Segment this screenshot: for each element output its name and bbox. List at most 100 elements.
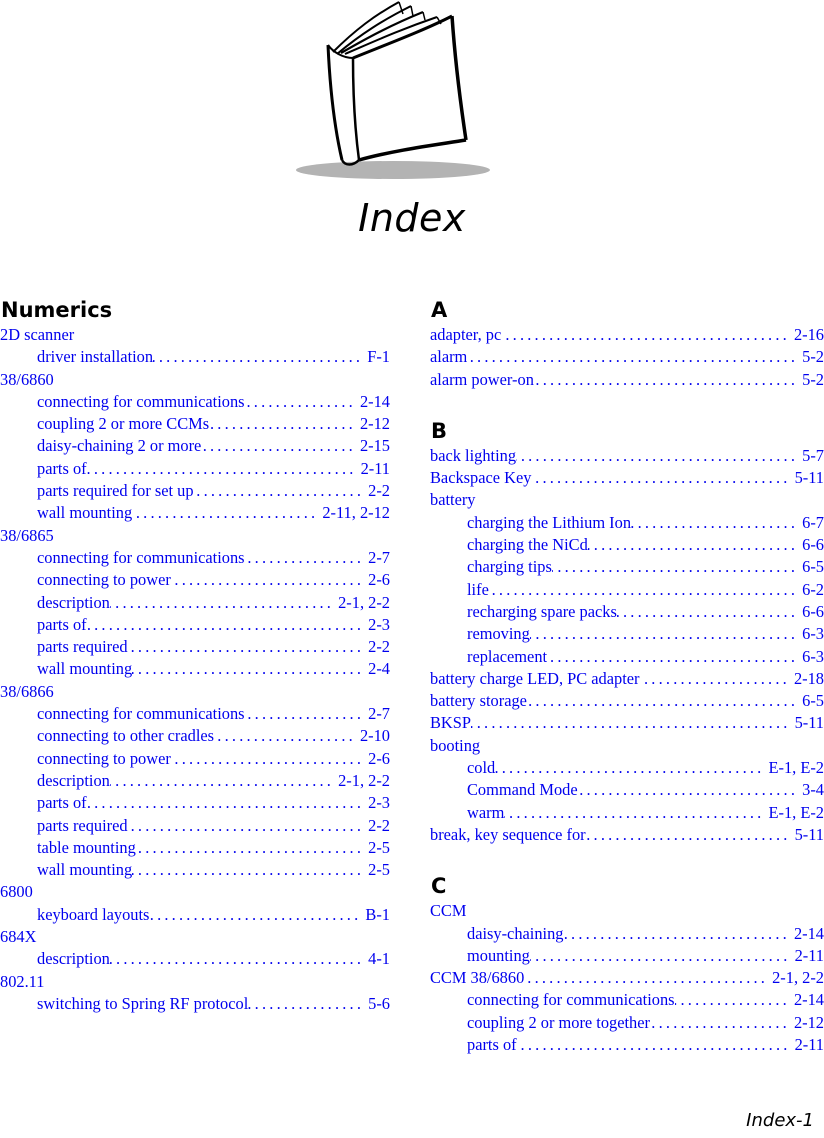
entry-page-ref: F-1 <box>367 347 390 367</box>
index-entry-link[interactable]: 802.11..................................… <box>0 971 390 993</box>
entry-page-ref: 5-11 <box>794 468 824 488</box>
index-entry-link[interactable]: 6800....................................… <box>0 881 390 903</box>
index-subentry-link[interactable]: charging the Lithium Ion................… <box>430 512 824 534</box>
dot-leader: ........................................… <box>110 592 335 612</box>
dot-leader: ........................................… <box>675 990 790 1010</box>
index-subentry-link[interactable]: table mounting..........................… <box>0 837 390 859</box>
index-subentry-link[interactable]: parts of................................… <box>430 1034 824 1056</box>
index-entry-link[interactable]: 2D scanner..............................… <box>0 324 390 346</box>
index-subentry-link[interactable]: charging the NiCd.......................… <box>430 534 824 556</box>
index-subentry-link[interactable]: cold....................................… <box>430 757 824 779</box>
index-entry-link[interactable]: battery storage.........................… <box>430 690 824 712</box>
entry-page-ref: 2-1, 2-2 <box>338 770 390 790</box>
index-subentry-link[interactable]: description.............................… <box>0 770 390 792</box>
index-subentry-link[interactable]: connecting for communications...........… <box>430 989 824 1011</box>
entry-page-ref: 5-6 <box>368 993 390 1013</box>
index-subentry-link[interactable]: connecting to other cradles.............… <box>0 725 390 747</box>
entry-page-ref: 6-5 <box>802 691 824 711</box>
entry-page-ref: 2-11 <box>794 1035 824 1055</box>
index-subentry-link[interactable]: coupling 2 or more together.............… <box>430 1012 824 1034</box>
dot-leader: ........................................… <box>586 824 791 844</box>
index-subentry-link[interactable]: Command Mode............................… <box>430 779 824 801</box>
entry-label: parts of <box>37 793 87 813</box>
index-subentry-link[interactable]: wall mounting...........................… <box>0 658 390 680</box>
index-entry-link[interactable]: alarm...................................… <box>430 346 824 368</box>
index-entry-link[interactable]: booting.................................… <box>430 735 824 757</box>
index-subentry-link[interactable]: removing................................… <box>430 623 824 645</box>
entry-page-ref: 2-15 <box>359 436 390 456</box>
index-subentry-link[interactable]: connecting for communications...........… <box>0 391 390 413</box>
entry-label: break, key sequence for <box>430 824 586 844</box>
index-subentry-link[interactable]: description.............................… <box>0 948 390 970</box>
index-subentry-link[interactable]: daisy-chaining 2 or more................… <box>0 435 390 457</box>
index-entry-link[interactable]: 38/6866.................................… <box>0 681 390 703</box>
index-subentry-link[interactable]: parts of................................… <box>0 792 390 814</box>
dot-leader: ........................................… <box>171 748 365 768</box>
entry-label: wall mounting <box>37 860 133 880</box>
index-entry-link[interactable]: CCM.....................................… <box>430 900 824 922</box>
index-entry-link[interactable]: battery.................................… <box>430 489 824 511</box>
index-entry-link[interactable]: 38/6865.................................… <box>0 525 390 547</box>
entry-label: charging the NiCd <box>467 535 588 555</box>
index-subentry-link[interactable]: parts required..........................… <box>0 815 390 837</box>
index-subentry-link[interactable]: keyboard layouts........................… <box>0 904 390 926</box>
entry-label: connecting to power <box>37 748 171 768</box>
entry-label: connecting to power <box>37 570 171 590</box>
index-entry-link[interactable]: Backspace Key...........................… <box>430 467 824 489</box>
index-subentry-link[interactable]: description.............................… <box>0 592 390 614</box>
index-entry-link[interactable]: back lighting...........................… <box>430 445 824 467</box>
index-column-left: Numerics2D scanner......................… <box>0 296 390 1041</box>
index-subentry-link[interactable]: daisy-chaining..........................… <box>430 923 824 945</box>
index-subentry-link[interactable]: parts of................................… <box>0 614 390 636</box>
dot-leader: ........................................… <box>526 691 799 711</box>
index-subentry-link[interactable]: recharging spare packs..................… <box>430 601 824 623</box>
index-entry-link[interactable]: 38/6860.................................… <box>0 369 390 391</box>
index-subentry-link[interactable]: switching to Spring RF protocol.........… <box>0 993 390 1015</box>
dot-leader: ........................................… <box>248 993 365 1013</box>
dot-leader: ........................................… <box>110 770 335 790</box>
index-entry-link[interactable]: 684X....................................… <box>0 926 390 948</box>
index-subentry-link[interactable]: charging tips...........................… <box>430 556 824 578</box>
index-entry-link[interactable]: battery charge LED, PC adapter..........… <box>430 668 824 690</box>
entry-page-ref: 2-3 <box>368 793 390 813</box>
index-subentry-link[interactable]: wall mounting...........................… <box>0 859 390 881</box>
index-entry-link[interactable]: alarm power-on..........................… <box>430 369 824 391</box>
entry-page-ref: 6-7 <box>802 512 824 532</box>
entry-label: 684X <box>0 927 37 947</box>
index-subentry-link[interactable]: parts required for set up...............… <box>0 480 390 502</box>
index-subentry-link[interactable]: parts required..........................… <box>0 636 390 658</box>
entry-page-ref: 6-2 <box>802 579 824 599</box>
index-subentry-link[interactable]: driver installation.....................… <box>0 346 390 368</box>
entry-label: BKSP <box>430 713 472 733</box>
index-subentry-link[interactable]: warm....................................… <box>430 802 824 824</box>
index-entry-link[interactable]: break, key sequence for.................… <box>430 824 824 846</box>
entry-page-ref: 2-2 <box>368 637 390 657</box>
index-subentry-link[interactable]: connecting for communications...........… <box>0 547 390 569</box>
entry-page-ref: 2-5 <box>368 860 390 880</box>
index-subentry-link[interactable]: connecting to power.....................… <box>0 569 390 591</box>
dot-leader: ........................................… <box>529 624 799 644</box>
index-subentry-link[interactable]: parts of................................… <box>0 458 390 480</box>
book-icon <box>295 0 495 185</box>
index-subentry-link[interactable]: connecting for communications...........… <box>0 703 390 725</box>
entry-page-ref: 2-4 <box>368 659 390 679</box>
index-entry-link[interactable]: adapter, pc.............................… <box>430 324 824 346</box>
dot-leader: ........................................… <box>201 436 356 456</box>
index-subentry-link[interactable]: coupling 2 or more CCMs.................… <box>0 413 390 435</box>
dot-leader: ........................................… <box>524 968 769 988</box>
entry-label: alarm power-on <box>430 369 534 389</box>
dot-leader: ........................................… <box>495 758 765 778</box>
dot-leader: ........................................… <box>194 481 365 501</box>
entry-label: parts required <box>37 815 128 835</box>
index-subentry-link[interactable]: wall mounting...........................… <box>0 502 390 524</box>
index-subentry-link[interactable]: connecting to power.....................… <box>0 748 390 770</box>
index-subentry-link[interactable]: replacement.............................… <box>430 646 824 668</box>
entry-page-ref: 2-2 <box>368 815 390 835</box>
index-entry-link[interactable]: BKSP....................................… <box>430 712 824 734</box>
index-subentry-link[interactable]: life....................................… <box>430 579 824 601</box>
index-subentry-link[interactable]: mounting................................… <box>430 945 824 967</box>
entry-page-ref: 2-1, 2-2 <box>338 592 390 612</box>
index-entry-link[interactable]: CCM 38/6860.............................… <box>430 967 824 989</box>
entry-label: parts of <box>467 1035 517 1055</box>
entry-label: warm <box>467 802 505 822</box>
